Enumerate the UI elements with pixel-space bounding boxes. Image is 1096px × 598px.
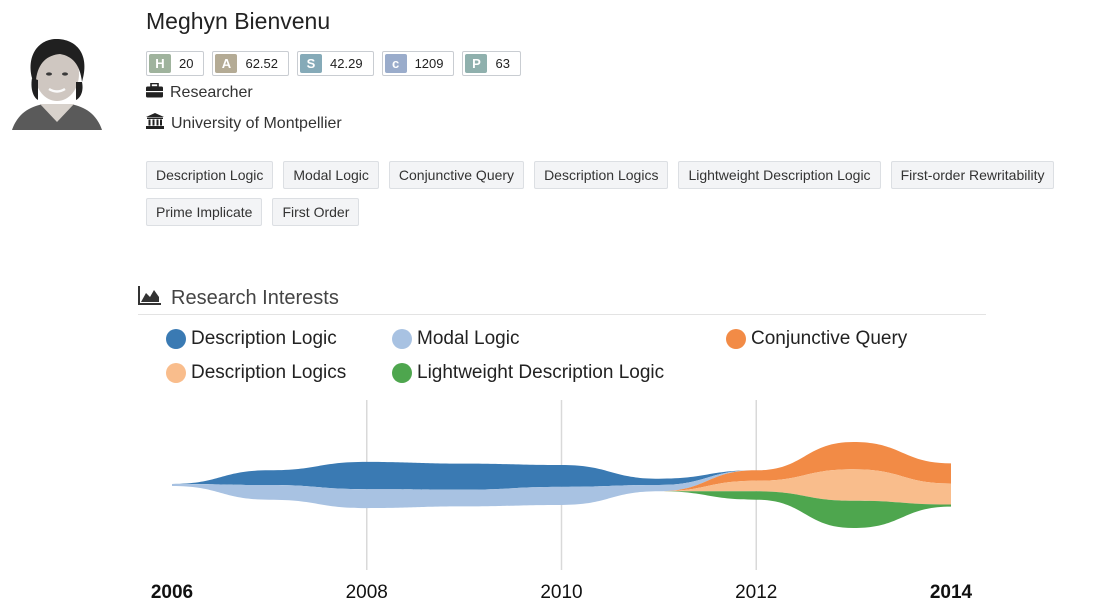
legend-label: Description Logics: [191, 362, 347, 383]
legend-item-description-logics[interactable]: Description Logics: [166, 362, 346, 384]
metric-key: H: [149, 54, 171, 73]
legend-swatch: [726, 329, 746, 349]
sociability-metric: S 42.29: [297, 51, 374, 76]
section-divider: [138, 314, 986, 315]
h-index-metric: H 20: [146, 51, 205, 76]
x-tick-label: 2006: [151, 582, 193, 598]
metric-value: 1209: [414, 56, 444, 71]
position-row: Researcher: [146, 82, 253, 103]
affiliation-label: University of Montpellier: [171, 114, 342, 132]
tag-conjunctive-query[interactable]: Conjunctive Query: [388, 161, 525, 189]
legend-label: Description Logic: [191, 328, 337, 349]
tag-list: Description Logic Modal Logic Conjunctiv…: [146, 161, 1096, 226]
activity-metric: A 62.52: [212, 51, 290, 76]
tag-modal-logic[interactable]: Modal Logic: [283, 161, 379, 189]
metric-value: 62.52: [245, 56, 279, 71]
legend-swatch: [166, 363, 186, 383]
x-tick-label: 2014: [930, 582, 973, 598]
legend-swatch: [392, 329, 412, 349]
tag-first-order-rewritability[interactable]: First-order Rewritability: [890, 161, 1055, 189]
metric-key: P: [465, 54, 488, 73]
section-title: Research Interests: [171, 286, 339, 309]
legend-item-description-logic[interactable]: Description Logic: [166, 328, 337, 350]
papers-metric: P 63: [462, 51, 521, 76]
metrics-bar: H 20 A 62.52 S 42.29 c 1209 P 63: [146, 51, 521, 76]
avatar: [10, 34, 104, 130]
affiliation-row: University of Montpellier: [146, 113, 342, 134]
research-interests-header: Research Interests: [138, 285, 339, 311]
legend-item-conjunctive-query[interactable]: Conjunctive Query: [726, 328, 907, 350]
tag-first-order[interactable]: First Order: [272, 198, 360, 226]
briefcase-icon: [146, 82, 163, 103]
legend-swatch: [392, 363, 412, 383]
legend-label: Modal Logic: [417, 328, 520, 349]
x-tick-label: 2010: [540, 582, 582, 598]
tag-lightweight-description-logic[interactable]: Lightweight Description Logic: [678, 161, 881, 189]
tag-description-logic[interactable]: Description Logic: [146, 161, 274, 189]
chart-legend: Description Logic Modal Logic Conjunctiv…: [166, 328, 966, 392]
legend-label: Lightweight Description Logic: [417, 362, 665, 383]
metric-value: 63: [495, 56, 510, 71]
legend-swatch: [166, 329, 186, 349]
metric-value: 20: [179, 56, 194, 71]
metric-key: c: [384, 54, 407, 73]
researcher-name: Meghyn Bienvenu: [146, 8, 331, 34]
institution-icon: [146, 113, 164, 134]
position-label: Researcher: [170, 84, 253, 101]
metric-key: A: [215, 54, 238, 73]
citations-metric: c 1209: [381, 51, 455, 76]
legend-item-modal-logic[interactable]: Modal Logic: [392, 328, 519, 350]
metric-key: S: [300, 54, 323, 73]
research-interests-chart: 2006 2008 2010 2012 2014: [151, 400, 973, 598]
x-tick-label: 2008: [346, 582, 388, 598]
tag-prime-implicate[interactable]: Prime Implicate: [146, 198, 263, 226]
tag-description-logics[interactable]: Description Logics: [534, 161, 669, 189]
x-tick-label: 2012: [735, 582, 777, 598]
area-chart-icon: [138, 285, 162, 311]
legend-item-lightweight-description-logic[interactable]: Lightweight Description Logic: [392, 362, 664, 384]
legend-label: Conjunctive Query: [751, 328, 908, 349]
metric-value: 42.29: [330, 56, 363, 71]
